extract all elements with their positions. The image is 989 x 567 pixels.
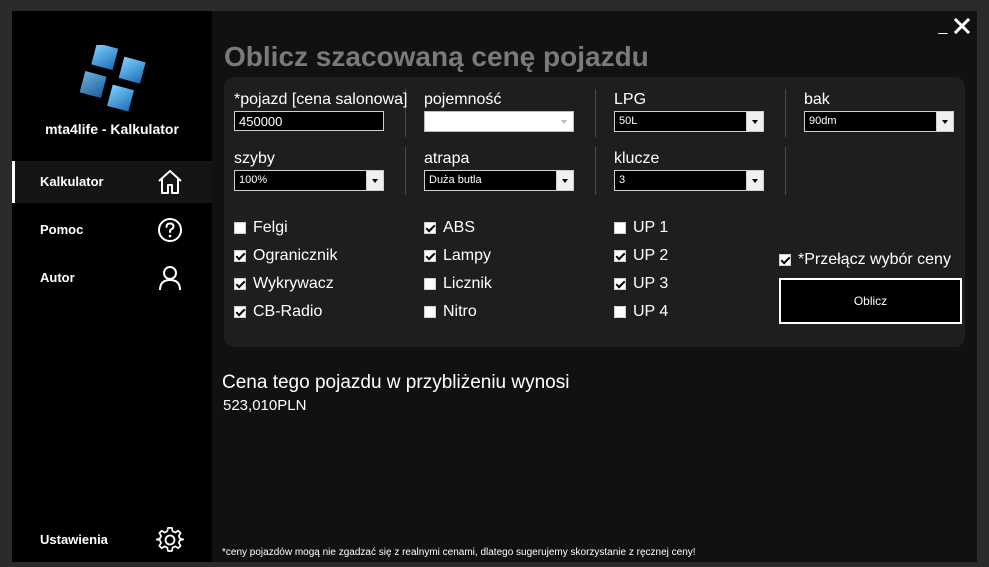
help-icon bbox=[156, 216, 184, 244]
szyby-select[interactable]: 100% bbox=[234, 170, 384, 191]
chevron-down-icon bbox=[936, 112, 953, 131]
pojazd-price-input[interactable] bbox=[234, 111, 384, 131]
checkbox-box bbox=[614, 222, 626, 234]
sidebar-item-ustawienia[interactable]: Ustawienia bbox=[12, 519, 212, 561]
sidebar-item-kalkulator[interactable]: Kalkulator bbox=[12, 161, 212, 203]
checkbox-box bbox=[424, 306, 436, 318]
sidebar: mta4life - Kalkulator Kalkulator Pomoc A… bbox=[12, 11, 212, 562]
checkbox-label: Lampy bbox=[443, 247, 492, 264]
checkbox-box bbox=[424, 222, 436, 234]
checkbox-label: UP 1 bbox=[633, 219, 669, 236]
atrapa-label: atrapa bbox=[424, 150, 470, 167]
checkbox-label: Licznik bbox=[443, 275, 492, 292]
divider bbox=[595, 147, 596, 195]
checkbox-box bbox=[234, 306, 246, 318]
lpg-select[interactable]: 50L bbox=[614, 111, 764, 132]
sidebar-item-label: Pomoc bbox=[40, 222, 84, 237]
select-value: 90dm bbox=[809, 115, 837, 127]
checkbox-box bbox=[424, 250, 436, 262]
bak-select[interactable]: 90dm bbox=[804, 111, 954, 132]
checkbox-box bbox=[234, 278, 246, 290]
footnote: *ceny pojazdów mogą nie zgadzać się z re… bbox=[222, 547, 696, 558]
app-window: _ mta4life - Kalkulator Kalkulator Pomoc… bbox=[12, 11, 977, 562]
chevron-down-icon bbox=[746, 171, 763, 190]
sidebar-item-label: Ustawienia bbox=[40, 532, 108, 547]
sidebar-item-autor[interactable]: Autor bbox=[12, 257, 212, 299]
result-value: 523,010PLN bbox=[223, 397, 307, 414]
checkbox-box bbox=[614, 306, 626, 318]
checkbox-label: Wykrywacz bbox=[253, 275, 334, 292]
select-value: Duża butla bbox=[429, 174, 482, 186]
page-title: Oblicz szacowaną cenę pojazdu bbox=[224, 41, 649, 72]
select-value: 100% bbox=[239, 174, 268, 186]
divider bbox=[405, 147, 406, 195]
divider bbox=[785, 147, 786, 195]
checkbox-box bbox=[424, 278, 436, 290]
checkbox-label: Felgi bbox=[253, 219, 288, 236]
close-button[interactable] bbox=[952, 15, 972, 37]
checkbox-box bbox=[614, 278, 626, 290]
checkbox-box bbox=[234, 250, 246, 262]
result-title: Cena tego pojazdu w przybliżeniu wynosi bbox=[222, 372, 570, 393]
home-icon bbox=[156, 168, 184, 196]
checkbox-label: *Przełącz wybór ceny bbox=[798, 251, 951, 268]
lpg-label: LPG bbox=[614, 91, 647, 108]
klucze-select[interactable]: 3 bbox=[614, 170, 764, 191]
checkbox-box bbox=[234, 222, 246, 234]
chevron-down-icon bbox=[366, 171, 383, 190]
pojemnosc-select[interactable] bbox=[424, 111, 574, 132]
checkbox-label: UP 3 bbox=[633, 275, 669, 292]
calculate-button[interactable]: Oblicz bbox=[779, 278, 962, 324]
checkbox-box bbox=[614, 250, 626, 262]
atrapa-select[interactable]: Duża butla bbox=[424, 170, 574, 191]
checkbox-label: UP 4 bbox=[633, 303, 669, 320]
klucze-label: klucze bbox=[614, 150, 660, 167]
pojazd-label: *pojazd [cena salonowa] bbox=[234, 91, 408, 108]
user-icon bbox=[156, 264, 184, 292]
select-value: 3 bbox=[619, 174, 626, 186]
chevron-down-icon bbox=[556, 112, 573, 131]
checkbox-label: Nitro bbox=[443, 303, 477, 320]
checkbox-label: Ogranicznik bbox=[253, 247, 338, 264]
checkbox-box bbox=[779, 254, 791, 266]
app-title: mta4life - Kalkulator bbox=[45, 121, 179, 137]
chevron-down-icon bbox=[556, 171, 573, 190]
select-value: 50L bbox=[619, 115, 638, 127]
gear-icon bbox=[155, 526, 185, 554]
close-icon bbox=[953, 17, 971, 35]
divider bbox=[785, 89, 786, 137]
minimize-button[interactable]: _ bbox=[936, 17, 950, 37]
sidebar-item-label: Autor bbox=[40, 270, 75, 285]
bak-label: bak bbox=[804, 91, 830, 108]
szyby-label: szyby bbox=[234, 150, 275, 167]
pojemnosc-label: pojemność bbox=[424, 91, 502, 108]
checkbox-label: CB-Radio bbox=[253, 303, 323, 320]
sidebar-item-pomoc[interactable]: Pomoc bbox=[12, 209, 212, 251]
chevron-down-icon bbox=[746, 112, 763, 131]
sidebar-item-label: Kalkulator bbox=[40, 174, 104, 189]
checkbox-label: ABS bbox=[443, 219, 476, 236]
checkbox-label: UP 2 bbox=[633, 247, 669, 264]
divider bbox=[595, 89, 596, 137]
app-logo bbox=[79, 43, 150, 115]
